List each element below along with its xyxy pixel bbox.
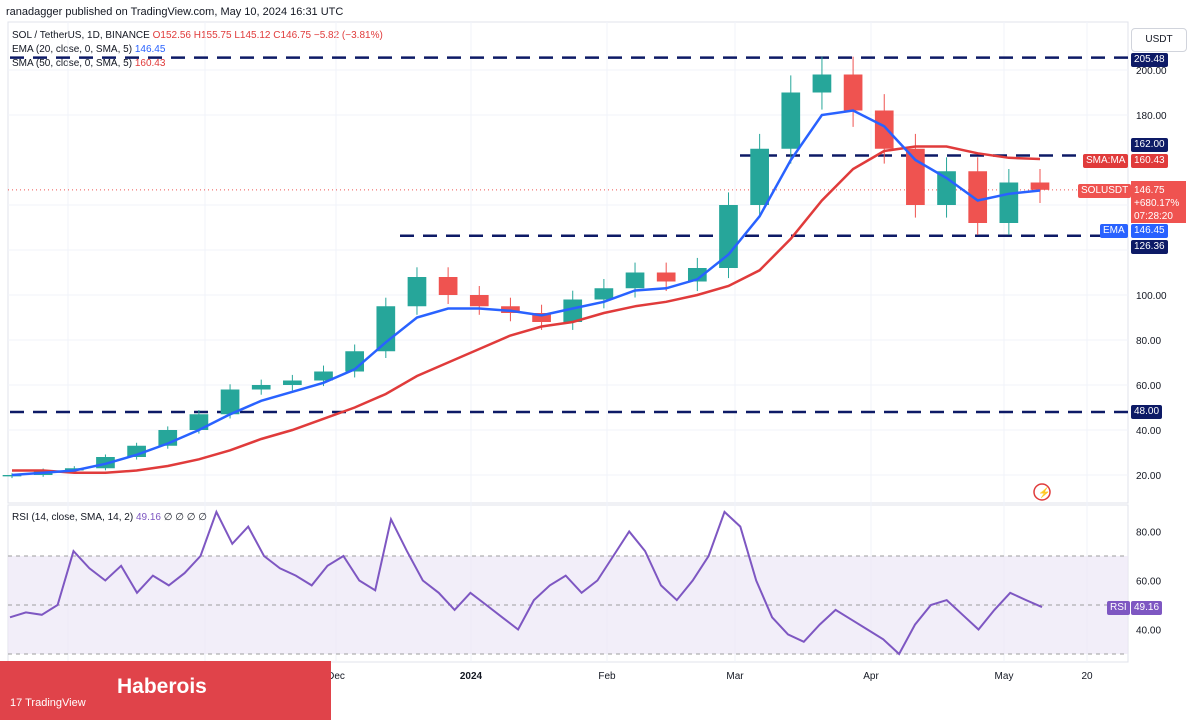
rsi-y-tick-label: 60.00 bbox=[1136, 577, 1161, 588]
candle-body bbox=[812, 74, 832, 93]
x-tick-label: Feb bbox=[598, 671, 616, 682]
candle-body bbox=[407, 277, 427, 307]
rsi-legend-extras: ∅ ∅ ∅ ∅ bbox=[163, 512, 207, 523]
candle-body bbox=[438, 277, 458, 295]
candle-body bbox=[376, 306, 396, 352]
change-percent: +680.17% bbox=[1134, 198, 1180, 209]
tag-support-126: 126.36 bbox=[1131, 240, 1168, 254]
bar-countdown: 07:28:20 bbox=[1134, 211, 1173, 222]
candle-body bbox=[937, 171, 956, 205]
tv-logo-icon: 17 bbox=[10, 697, 23, 709]
tag-symbol: SOLUSDT bbox=[1078, 184, 1132, 198]
y-tick-label: 200.00 bbox=[1136, 66, 1167, 77]
tag-sma-name: SMA:MA bbox=[1083, 154, 1129, 168]
candle-body bbox=[283, 380, 302, 385]
last-price-box: 146.75 +680.17% 07:28:20 bbox=[1131, 181, 1186, 223]
event-bolt-glyph: ⚡ bbox=[1038, 486, 1050, 499]
tag-rsi-value: 49.16 bbox=[1131, 601, 1163, 615]
candle-body bbox=[656, 272, 676, 282]
y-tick-label: 80.00 bbox=[1136, 336, 1161, 347]
x-tick-label: 20 bbox=[1081, 671, 1093, 682]
price-chart[interactable]: OctNovDec2024FebMarAprMay2020.0040.0060.… bbox=[0, 0, 1200, 720]
y-tick-label: 20.00 bbox=[1136, 471, 1161, 482]
tradingview-logo: 17 TradingView bbox=[10, 697, 86, 709]
tag-ema-name: EMA bbox=[1100, 224, 1128, 238]
rsi-legend-value: 49.16 bbox=[135, 512, 161, 523]
y-tick-label: 60.00 bbox=[1136, 381, 1161, 392]
x-tick-label: Apr bbox=[863, 671, 879, 682]
x-tick-label: Mar bbox=[726, 671, 744, 682]
tag-resistance-162: 162.00 bbox=[1131, 138, 1168, 152]
rsi-y-tick-label: 80.00 bbox=[1136, 528, 1161, 539]
candle-body bbox=[906, 148, 925, 205]
tv-brand: TradingView bbox=[25, 697, 86, 709]
tag-ema-value: 146.45 bbox=[1131, 224, 1168, 238]
candle-body bbox=[999, 182, 1019, 223]
rsi-legend-label: RSI (14, close, SMA, 14, 2) bbox=[12, 512, 134, 523]
last-price: 146.75 bbox=[1134, 185, 1165, 196]
candle-body bbox=[1030, 182, 1050, 190]
tag-rsi-name: RSI bbox=[1107, 601, 1130, 615]
candle-body bbox=[874, 110, 894, 149]
candle-body bbox=[469, 295, 489, 307]
candle-body bbox=[781, 92, 801, 149]
y-tick-label: 100.00 bbox=[1136, 291, 1167, 302]
x-tick-label: 2024 bbox=[460, 671, 483, 682]
candle-body bbox=[843, 74, 863, 111]
x-tick-label: May bbox=[995, 671, 1014, 682]
ema-20-line bbox=[11, 109, 1041, 477]
y-tick-label: 40.00 bbox=[1136, 426, 1161, 437]
tag-resistance-205: 205.48 bbox=[1131, 53, 1168, 67]
candle-body bbox=[251, 385, 271, 390]
tag-sma-value: 160.43 bbox=[1131, 154, 1168, 168]
rsi-y-tick-label: 40.00 bbox=[1136, 626, 1161, 637]
candle-body bbox=[750, 148, 769, 205]
watermark-banner: Haberois 17 TradingView bbox=[0, 661, 331, 720]
rsi-legend[interactable]: RSI (14, close, SMA, 14, 2) 49.16 ∅ ∅ ∅ … bbox=[12, 512, 207, 523]
tag-support-48: 48.00 bbox=[1131, 405, 1163, 419]
watermark-text: Haberois bbox=[117, 675, 207, 698]
candle-body bbox=[594, 288, 614, 300]
y-tick-label: 180.00 bbox=[1136, 111, 1167, 122]
candle-body bbox=[625, 272, 645, 289]
sma-50-line bbox=[12, 145, 1041, 475]
